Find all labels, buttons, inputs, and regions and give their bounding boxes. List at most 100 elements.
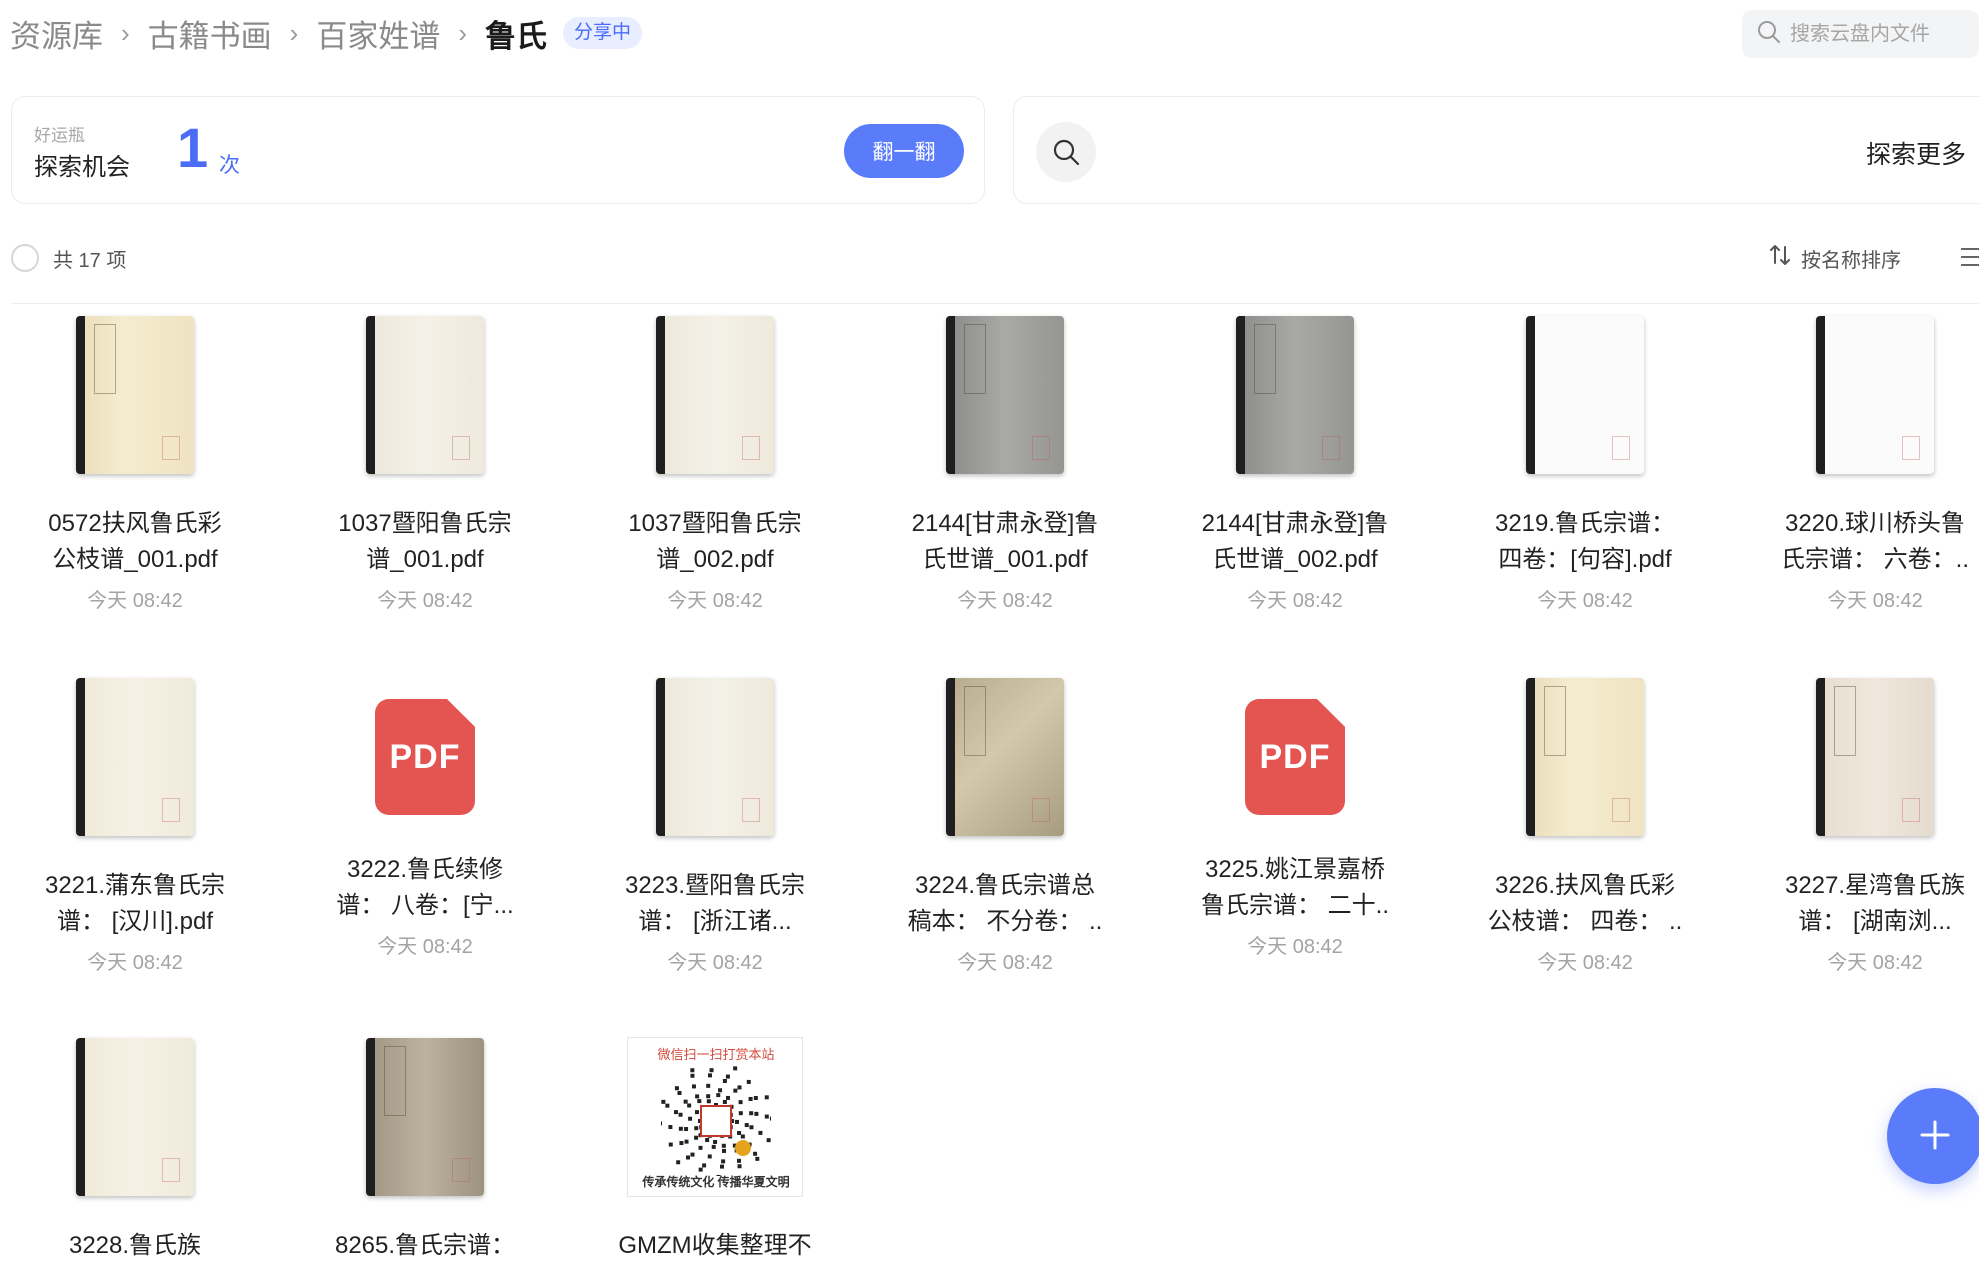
book-spine	[946, 678, 955, 836]
file-name[interactable]: 3222.鲁氏续修 谱： 八卷：[宁...	[295, 852, 555, 924]
book-cover-thumbnail	[76, 316, 194, 474]
file-name-line2: 谱_001.pdf	[366, 546, 484, 573]
file-thumbnail[interactable]: PDF	[295, 672, 555, 842]
qr-caption-top: 微信扫一扫打赏本站	[657, 1047, 775, 1062]
file-thumbnail[interactable]	[5, 672, 265, 842]
file-name[interactable]: 1037暨阳鲁氏宗 谱_002.pdf	[585, 506, 845, 578]
file-name[interactable]: 3227.星湾鲁氏族 谱： [湖南浏...	[1745, 868, 1979, 940]
file-thumbnail[interactable]	[295, 1032, 555, 1202]
book-stamp	[1032, 798, 1050, 822]
book-cover-thumbnail	[656, 316, 774, 474]
file-name-line1: 0572扶风鲁氏彩	[48, 510, 222, 537]
file-modified-time: 今天 08:42	[957, 952, 1053, 974]
book-stamp	[162, 798, 180, 822]
book-cover-thumbnail	[1526, 678, 1644, 836]
file-thumbnail[interactable]	[5, 310, 265, 480]
file-name-line2: 氏宗谱： 六卷：..	[1780, 546, 1969, 573]
book-stamp	[1032, 436, 1050, 460]
file-thumbnail[interactable]	[295, 310, 555, 480]
file-name-line1: 1037暨阳鲁氏宗	[628, 510, 802, 537]
file-modified-time: 今天 08:42	[87, 952, 183, 974]
file-name-line1: 3226.扶风鲁氏彩	[1494, 872, 1676, 899]
book-cover-thumbnail	[1526, 316, 1644, 474]
book-spine	[1816, 316, 1825, 474]
file-name-line2: 谱： [汉川].pdf	[56, 908, 214, 935]
file-modified-time: 今天 08:42	[377, 936, 473, 958]
file-name[interactable]: 8265.鲁氏宗谱：	[295, 1228, 555, 1264]
file-name[interactable]: 3224.鲁氏宗谱总 稿本： 不分卷： ..	[875, 868, 1135, 940]
file-modified-time: 今天 08:42	[1537, 952, 1633, 974]
book-spine	[1526, 316, 1535, 474]
file-thumbnail[interactable]	[875, 672, 1135, 842]
file-name[interactable]: 3221.蒲东鲁氏宗 谱： [汉川].pdf	[5, 868, 265, 940]
book-stamp	[162, 436, 180, 460]
book-spine	[656, 678, 665, 836]
file-modified-time: 今天 08:42	[667, 952, 763, 974]
file-name-line1: 2144[甘肃永登]鲁	[911, 510, 1099, 537]
file-thumbnail[interactable]	[585, 310, 845, 480]
file-thumbnail[interactable]	[875, 310, 1135, 480]
file-name[interactable]: 3226.扶风鲁氏彩 公枝谱： 四卷： ..	[1455, 868, 1715, 940]
file-thumbnail[interactable]: 微信扫一扫打赏本站 传承传统文化 传播华夏文明	[585, 1032, 845, 1202]
file-name-line2: 四卷：[句容].pdf	[1498, 546, 1672, 573]
file-name[interactable]: 0572扶风鲁氏彩 公枝谱_001.pdf	[5, 506, 265, 578]
file-name-line1: GMZM收集整理不	[618, 1232, 812, 1259]
file-name[interactable]: GMZM收集整理不易请打赏支持.jpg	[585, 1228, 845, 1264]
book-cover-thumbnail	[946, 678, 1064, 836]
file-name-line1: 3223.暨阳鲁氏宗	[624, 872, 806, 899]
book-cover-thumbnail	[366, 316, 484, 474]
pdf-file-icon: PDF	[1245, 699, 1345, 815]
book-title-label	[964, 324, 986, 394]
file-name-line1: 3228.鲁氏族	[68, 1232, 202, 1259]
file-thumbnail[interactable]	[585, 672, 845, 842]
book-cover-thumbnail	[366, 1038, 484, 1196]
book-cover-thumbnail	[76, 678, 194, 836]
file-name-line1: 8265.鲁氏宗谱：	[334, 1232, 516, 1259]
add-button[interactable]	[1887, 1088, 1979, 1184]
book-cover-thumbnail	[656, 678, 774, 836]
book-stamp	[1322, 436, 1340, 460]
plus-icon	[1918, 1118, 1952, 1155]
file-name[interactable]: 3223.暨阳鲁氏宗 谱： [浙江诸...	[585, 868, 845, 940]
file-name[interactable]: 3228.鲁氏族	[5, 1228, 265, 1264]
file-name-line1: 2144[甘肃永登]鲁	[1201, 510, 1389, 537]
book-cover-thumbnail	[76, 1038, 194, 1196]
file-name-line1: 3224.鲁氏宗谱总	[914, 872, 1096, 899]
file-thumbnail[interactable]	[5, 1032, 265, 1202]
file-name-line1: 3221.蒲东鲁氏宗	[44, 872, 226, 899]
book-stamp	[162, 1158, 180, 1182]
file-name-line2: 氏世谱_001.pdf	[922, 546, 1088, 573]
book-stamp	[452, 1158, 470, 1182]
file-name[interactable]: 3219.鲁氏宗谱： 四卷：[句容].pdf	[1455, 506, 1715, 578]
qr-code-image: 微信扫一扫打赏本站 传承传统文化 传播华夏文明	[627, 1037, 803, 1197]
file-name[interactable]: 3220.球川桥头鲁 氏宗谱： 六卷：..	[1745, 506, 1979, 578]
file-name-line2: 公枝谱_001.pdf	[52, 546, 218, 573]
file-thumbnail[interactable]	[1455, 310, 1715, 480]
book-cover-thumbnail	[1816, 678, 1934, 836]
file-modified-time: 今天 08:42	[377, 590, 473, 612]
book-title-label	[1834, 686, 1856, 756]
file-name[interactable]: 3225.姚江景嘉桥 鲁氏宗谱： 二十..	[1165, 852, 1425, 924]
file-name-line2: 谱_002.pdf	[656, 546, 774, 573]
file-modified-time: 今天 08:42	[667, 590, 763, 612]
file-thumbnail[interactable]	[1745, 672, 1979, 842]
book-spine	[366, 316, 375, 474]
file-name[interactable]: 1037暨阳鲁氏宗 谱_001.pdf	[295, 506, 555, 578]
file-name-line2: 谱： [浙江诸...	[638, 908, 792, 935]
file-modified-time: 今天 08:42	[957, 590, 1053, 612]
book-stamp	[1902, 436, 1920, 460]
file-thumbnail[interactable]: PDF	[1165, 672, 1425, 842]
file-modified-time: 今天 08:42	[1827, 590, 1923, 612]
file-name-line2: 谱： [湖南浏...	[1798, 908, 1952, 935]
file-name[interactable]: 2144[甘肃永登]鲁 氏世谱_001.pdf	[875, 506, 1135, 578]
file-modified-time: 今天 08:42	[1537, 590, 1633, 612]
file-name-line1: 3222.鲁氏续修	[346, 856, 504, 883]
book-spine	[76, 678, 85, 836]
file-thumbnail[interactable]	[1745, 310, 1979, 480]
book-stamp	[742, 798, 760, 822]
book-spine	[946, 316, 955, 474]
file-thumbnail[interactable]	[1165, 310, 1425, 480]
file-name[interactable]: 2144[甘肃永登]鲁 氏世谱_002.pdf	[1165, 506, 1425, 578]
file-thumbnail[interactable]	[1455, 672, 1715, 842]
file-name-line2: 稿本： 不分卷： ..	[907, 908, 1103, 935]
